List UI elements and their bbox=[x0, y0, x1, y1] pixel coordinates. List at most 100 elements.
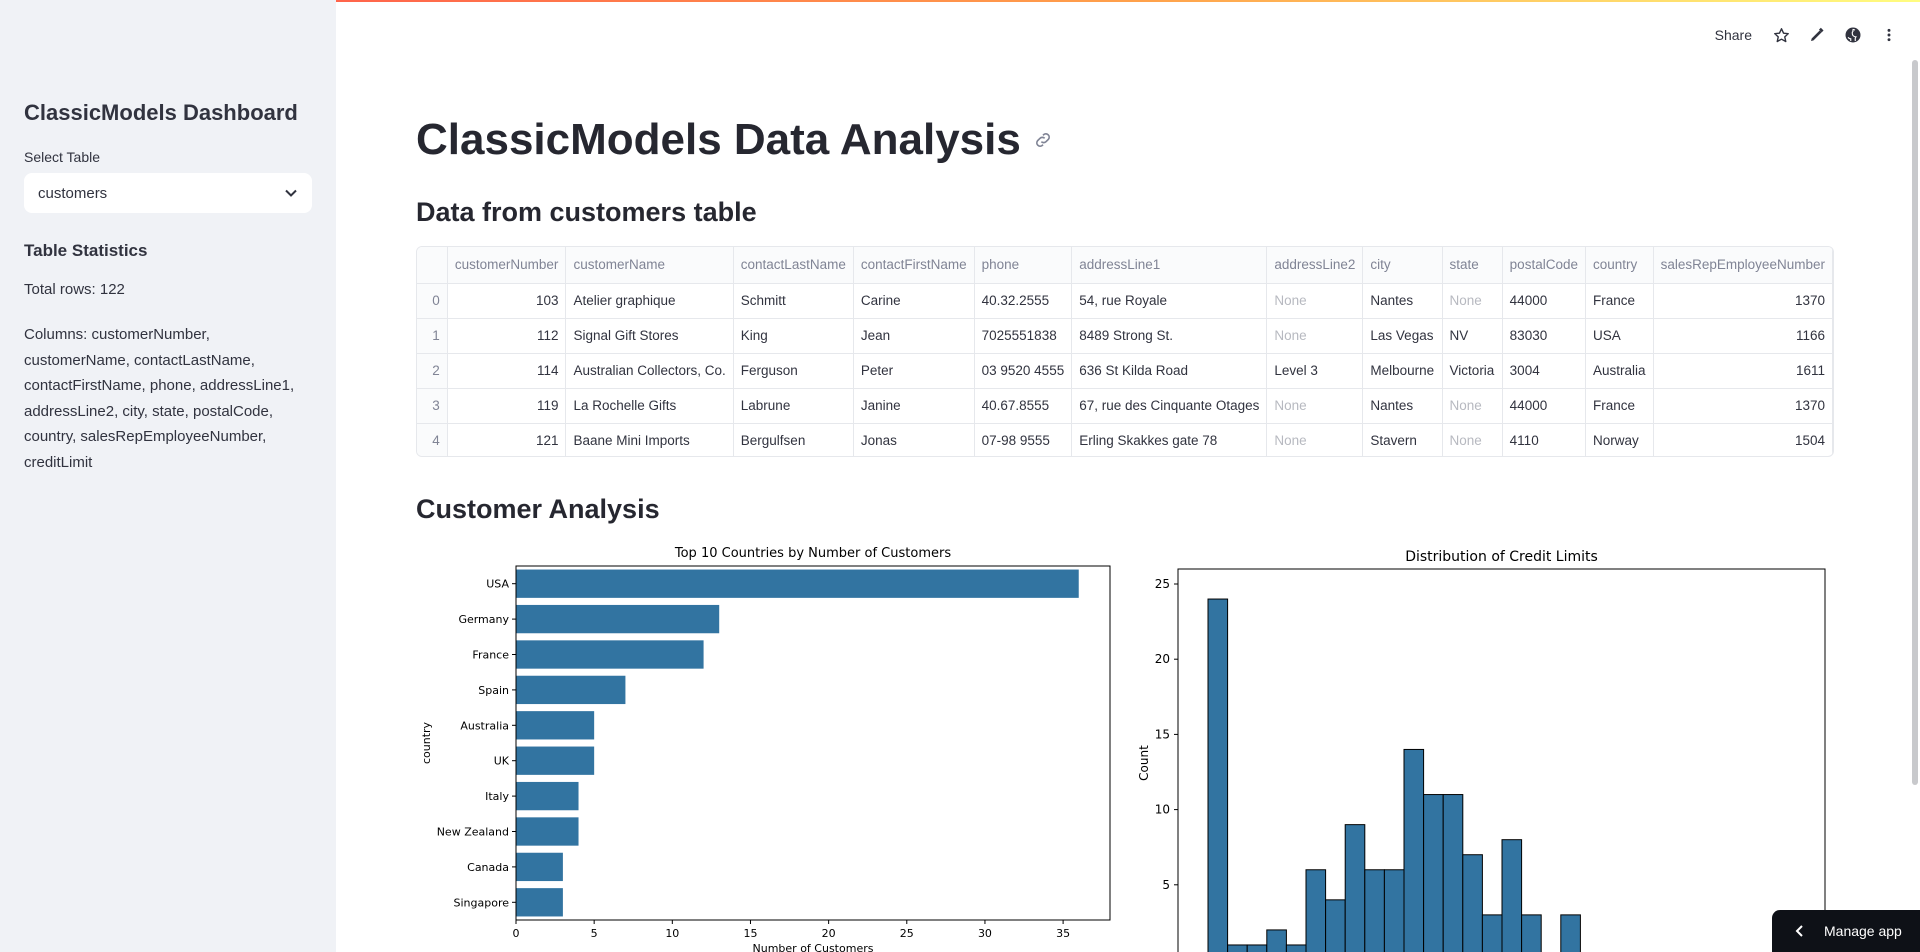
table-cell[interactable]: 636 St Kilda Road bbox=[1071, 353, 1268, 389]
table-cell[interactable]: None bbox=[1266, 318, 1364, 354]
table-cell[interactable]: Victoria bbox=[1442, 353, 1503, 389]
table-cell[interactable]: Ferguson bbox=[733, 353, 854, 389]
column-header[interactable]: salesRepEmployeeNumber bbox=[1653, 247, 1833, 284]
table-cell[interactable]: None bbox=[1442, 388, 1503, 424]
table-cell[interactable]: Nantes bbox=[1362, 388, 1443, 424]
column-header[interactable]: phone bbox=[974, 247, 1073, 284]
column-header[interactable]: customerName bbox=[565, 247, 734, 284]
table-cell[interactable]: None bbox=[1266, 388, 1364, 424]
table-cell[interactable]: 114 bbox=[447, 353, 567, 389]
table-select[interactable]: customers bbox=[24, 173, 312, 213]
table-cell[interactable]: Nantes bbox=[1362, 283, 1443, 319]
manage-app-button[interactable]: Manage app bbox=[1772, 910, 1920, 952]
table-cell[interactable]: 67, rue des Cinquante Otages bbox=[1071, 388, 1268, 424]
histogram-bar bbox=[1325, 899, 1346, 952]
table-cell[interactable]: 1504 bbox=[1653, 423, 1833, 456]
table-row[interactable]: 1 112 Signal Gift Stores King Jean 7025551838… bbox=[417, 318, 1833, 354]
table-cell[interactable]: 4110 bbox=[1502, 423, 1586, 456]
table-cell[interactable]: 44000 bbox=[1502, 388, 1586, 424]
table-cell[interactable]: Jean bbox=[853, 318, 975, 354]
chart-title: Distribution of Credit Limits bbox=[1405, 549, 1598, 565]
table-cell[interactable]: 121 bbox=[447, 423, 567, 456]
table-cell[interactable]: Labrune bbox=[733, 388, 854, 424]
column-header[interactable]: addressLine1 bbox=[1071, 247, 1268, 284]
table-row[interactable]: 3 119 La Rochelle Gifts Labrune Janine 40.67.… bbox=[417, 388, 1833, 424]
table-cell[interactable]: None bbox=[1442, 423, 1503, 456]
table-cell[interactable]: Erling Skakkes gate 78 bbox=[1071, 423, 1268, 456]
y-tick-label: France bbox=[472, 649, 509, 662]
y-tick-label: 5 bbox=[1162, 878, 1170, 892]
bar bbox=[516, 852, 563, 882]
y-tick-label: 10 bbox=[1155, 803, 1170, 817]
column-header[interactable]: contactFirstName bbox=[853, 247, 975, 284]
table-cell[interactable]: Jonas bbox=[853, 423, 975, 456]
table-cell[interactable]: 3004 bbox=[1502, 353, 1586, 389]
table-cell[interactable]: 1370 bbox=[1653, 283, 1833, 319]
table-cell[interactable]: Bergulfsen bbox=[733, 423, 854, 456]
table-cell[interactable]: None bbox=[1266, 283, 1364, 319]
table-cell[interactable]: Peter bbox=[853, 353, 975, 389]
table-cell[interactable]: 44000 bbox=[1502, 283, 1586, 319]
table-cell[interactable]: La Rochelle Gifts bbox=[565, 388, 734, 424]
x-tick-label: 25 bbox=[900, 927, 914, 940]
table-cell[interactable]: 1611 bbox=[1653, 353, 1833, 389]
column-header[interactable]: contactLastName bbox=[733, 247, 854, 284]
table-cell[interactable]: 40.32.2555 bbox=[974, 283, 1073, 319]
star-icon[interactable] bbox=[1770, 24, 1792, 46]
x-tick-label: 5 bbox=[591, 927, 598, 940]
table-cell[interactable]: 1166 bbox=[1653, 318, 1833, 354]
table-cell[interactable]: Schmitt bbox=[733, 283, 854, 319]
table-cell[interactable]: Carine bbox=[853, 283, 975, 319]
github-icon[interactable] bbox=[1842, 24, 1864, 46]
table-cell[interactable]: France bbox=[1585, 283, 1654, 319]
column-header[interactable]: postalCode bbox=[1502, 247, 1586, 284]
table-cell[interactable]: 7025551838 bbox=[974, 318, 1073, 354]
table-cell[interactable]: Atelier graphique bbox=[565, 283, 734, 319]
table-cell[interactable]: 40.67.8555 bbox=[974, 388, 1073, 424]
table-cell[interactable]: 83030 bbox=[1502, 318, 1586, 354]
sidebar: ClassicModels Dashboard Select Table cus… bbox=[0, 0, 336, 952]
column-header[interactable]: customerNumber bbox=[447, 247, 567, 284]
pencil-icon[interactable] bbox=[1806, 24, 1828, 46]
column-header[interactable]: country bbox=[1585, 247, 1654, 284]
table-cell[interactable]: Norway bbox=[1585, 423, 1654, 456]
link-icon[interactable] bbox=[1033, 130, 1053, 150]
histogram-bar bbox=[1442, 794, 1464, 952]
table-cell[interactable]: 03 9520 4555 bbox=[974, 353, 1073, 389]
table-cell[interactable]: Melbourne bbox=[1362, 353, 1443, 389]
column-header[interactable]: state bbox=[1442, 247, 1503, 284]
more-vertical-icon[interactable] bbox=[1878, 24, 1900, 46]
share-button[interactable]: Share bbox=[1715, 27, 1752, 43]
table-row[interactable]: 4 121 Baane Mini Imports Bergulfsen Jonas 07-… bbox=[417, 423, 1833, 456]
table-cell[interactable]: Baane Mini Imports bbox=[565, 423, 734, 456]
table-cell[interactable]: Janine bbox=[853, 388, 975, 424]
table-cell[interactable]: 103 bbox=[447, 283, 567, 319]
customers-table[interactable]: customerNumber customerName contactLastNam… bbox=[416, 246, 1834, 457]
table-cell[interactable]: Level 3 bbox=[1266, 353, 1364, 389]
table-cell[interactable]: NV bbox=[1442, 318, 1503, 354]
column-header[interactable]: city bbox=[1362, 247, 1443, 284]
table-cell[interactable]: Australia bbox=[1585, 353, 1654, 389]
table-cell[interactable]: 119 bbox=[447, 388, 567, 424]
table-cell[interactable]: USA bbox=[1585, 318, 1654, 354]
main-scrollbar[interactable] bbox=[1912, 60, 1918, 785]
table-cell[interactable]: Las Vegas bbox=[1362, 318, 1443, 354]
table-cell[interactable]: Stavern bbox=[1362, 423, 1443, 456]
table-cell[interactable]: 54, rue Royale bbox=[1071, 283, 1268, 319]
table-cell[interactable]: 1370 bbox=[1653, 388, 1833, 424]
y-tick-label: Italy bbox=[485, 790, 509, 803]
x-tick-label: 20 bbox=[822, 927, 836, 940]
column-header[interactable]: addressLine2 bbox=[1266, 247, 1364, 284]
table-cell[interactable]: 8489 Strong St. bbox=[1071, 318, 1268, 354]
table-cell[interactable]: Australian Collectors, Co. bbox=[565, 353, 734, 389]
table-cell[interactable]: King bbox=[733, 318, 854, 354]
table-row[interactable]: 0 103 Atelier graphique Schmitt Carine 40.32.… bbox=[417, 283, 1833, 319]
table-cell[interactable]: None bbox=[1442, 283, 1503, 319]
table-cell[interactable]: France bbox=[1585, 388, 1654, 424]
table-statistics-heading: Table Statistics bbox=[24, 241, 148, 260]
table-cell[interactable]: 07-98 9555 bbox=[974, 423, 1073, 456]
table-cell[interactable]: 112 bbox=[447, 318, 567, 354]
table-cell[interactable]: Signal Gift Stores bbox=[565, 318, 734, 354]
table-cell[interactable]: None bbox=[1266, 423, 1364, 456]
table-row[interactable]: 2 114 Australian Collectors, Co. Ferguson Pe… bbox=[417, 353, 1833, 389]
